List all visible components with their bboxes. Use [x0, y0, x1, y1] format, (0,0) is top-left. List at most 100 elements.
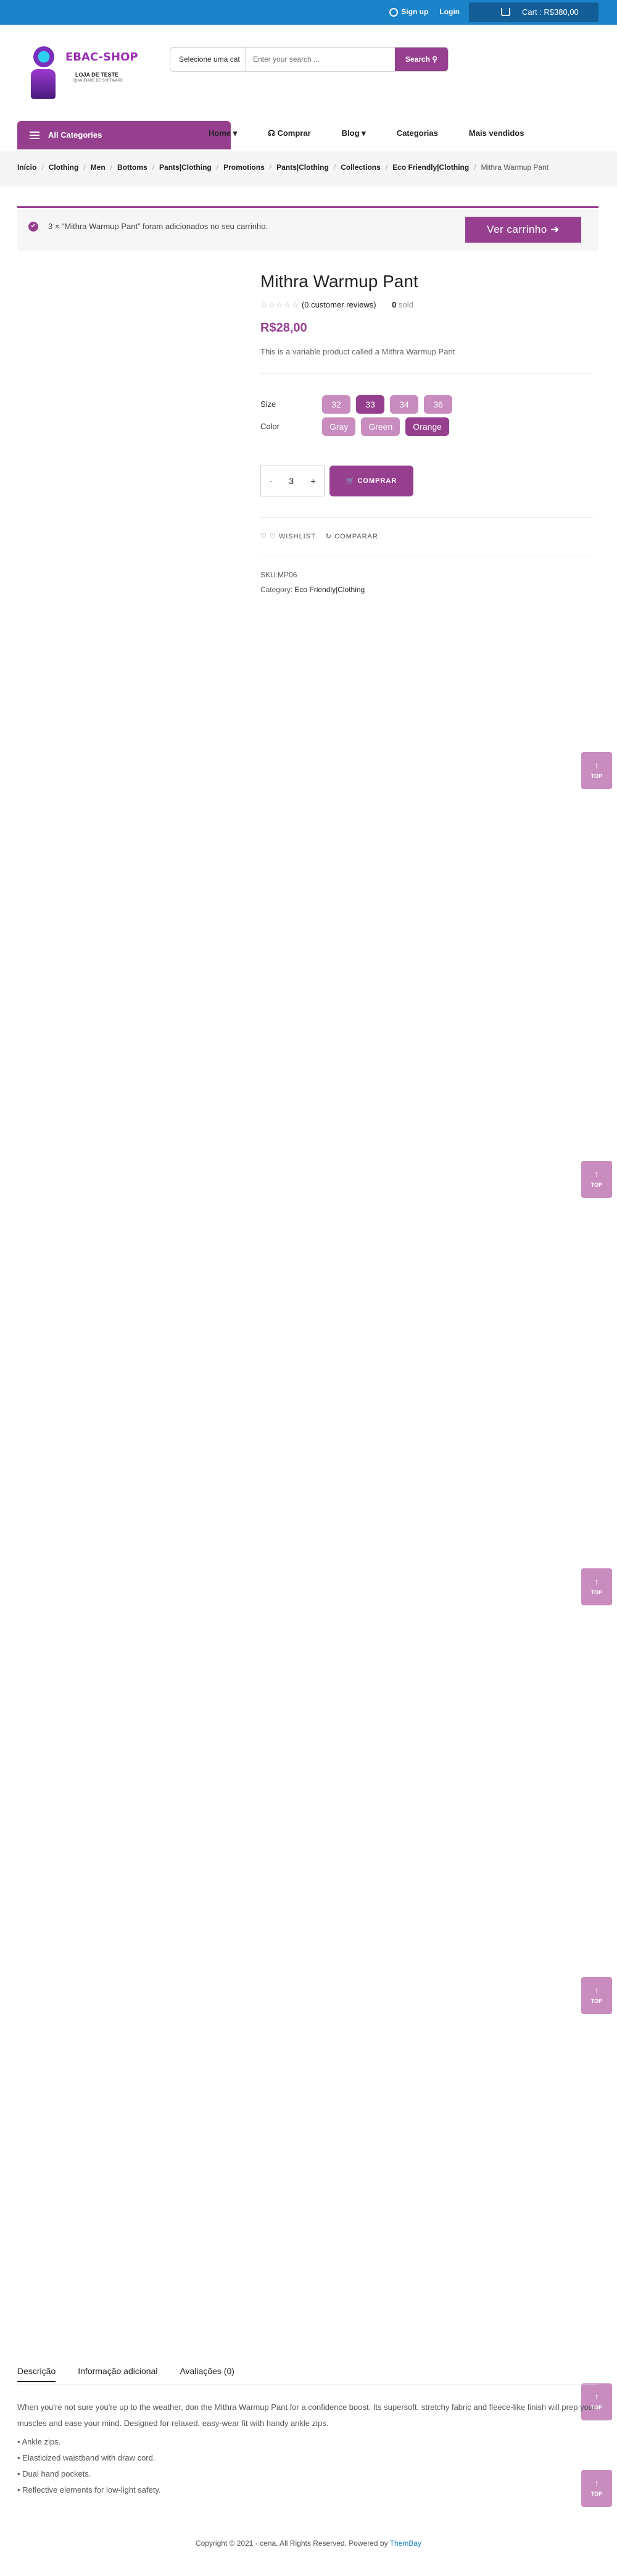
- arrow-up-icon: ↑: [594, 2478, 599, 2488]
- star-rating-icon: ☆☆☆☆☆: [260, 300, 300, 309]
- nav-home[interactable]: Home ▾: [209, 128, 237, 138]
- nav-blog-label: Blog: [341, 128, 360, 138]
- scroll-top-button[interactable]: ↑ TOP: [581, 1161, 612, 1198]
- footer-link[interactable]: ThemBay: [390, 2539, 421, 2548]
- heart-icon: ♡ ♡: [260, 533, 276, 540]
- size-option-33[interactable]: 33: [356, 395, 384, 414]
- color-option-orange[interactable]: Orange: [405, 417, 449, 436]
- scroll-top-button[interactable]: ↑ TOP: [581, 1977, 612, 2014]
- breadcrumb-bar: Início / Clothing / Men / Bottoms / Pants|Cl…: [0, 151, 617, 186]
- breadcrumb-separator: /: [83, 163, 86, 172]
- size-swatches: 32 33 34 36: [322, 395, 452, 414]
- main-nav: Home ▾ ☊ Comprar Blog ▾ Categorias Mais …: [209, 128, 555, 138]
- color-option-gray[interactable]: Gray: [322, 417, 356, 436]
- nav-home-label: Home: [209, 128, 231, 138]
- color-option-green[interactable]: Green: [361, 417, 400, 436]
- search-input[interactable]: [253, 48, 389, 71]
- cart-notice: ✔ 3 × “Mithra Warmup Pant” foram adicion…: [17, 206, 598, 251]
- site-logo[interactable]: EBAC-SHOP LOJA DE TESTE QUALIDADE DE SOF…: [27, 43, 144, 105]
- breadcrumb-separator: /: [110, 163, 113, 172]
- nav-blog[interactable]: Blog ▾: [342, 128, 366, 138]
- breadcrumb-item[interactable]: Clothing: [49, 163, 79, 172]
- breadcrumb-item[interactable]: Promotions: [223, 163, 265, 172]
- nav-comprar[interactable]: ☊ Comprar: [268, 128, 310, 138]
- product-tabs: Descrição Informação adicional Avaliaçõe…: [17, 2366, 234, 2382]
- notice-message: 3 × “Mithra Warmup Pant” foram adicionad…: [48, 222, 268, 231]
- search-button-label: Search: [405, 55, 430, 64]
- sold-label: sold: [399, 300, 413, 309]
- tab-descricao[interactable]: Descrição: [17, 2366, 56, 2382]
- category-label: Category:: [260, 585, 293, 594]
- reviews-link[interactable]: (0 customer reviews): [302, 300, 376, 309]
- breadcrumb-item[interactable]: Pants|Clothing: [159, 163, 212, 172]
- compare-button[interactable]: ↻ COMPARAR: [326, 532, 378, 540]
- divider: [260, 517, 594, 518]
- quantity-decrease-button[interactable]: -: [270, 476, 273, 486]
- refresh-icon: ↻: [325, 533, 333, 540]
- breadcrumb-item[interactable]: Bottoms: [117, 163, 147, 172]
- breadcrumb-separator: /: [152, 163, 155, 172]
- search-bar: Selecione uma cat Search ⚲: [170, 47, 449, 72]
- sold-number: 0: [392, 300, 397, 309]
- breadcrumb-separator: /: [474, 163, 476, 172]
- product-description: When you're not sure you're up to the we…: [17, 2402, 596, 2428]
- wishlist-button[interactable]: ♡ ♡ WISHLIST: [260, 532, 316, 540]
- scroll-top-label: TOP: [590, 2491, 603, 2497]
- product-features: • Ankle zips. • Elasticized waistband wi…: [17, 2434, 161, 2498]
- caret-down-icon: ▾: [233, 128, 238, 138]
- tab-informacao-adicional[interactable]: Informação adicional: [78, 2366, 157, 2382]
- feature-item: • Elasticized waistband with draw cord.: [17, 2453, 155, 2462]
- breadcrumb-separator: /: [41, 163, 44, 172]
- quantity-increase-button[interactable]: +: [310, 476, 315, 486]
- breadcrumb-separator: /: [269, 163, 272, 172]
- signup-link[interactable]: Sign up: [389, 7, 428, 17]
- size-option-36[interactable]: 36: [424, 395, 452, 414]
- view-cart-button[interactable]: Ver carrinho ➜: [465, 217, 581, 243]
- search-category-select[interactable]: Selecione uma cat: [170, 48, 246, 71]
- size-option-34[interactable]: 34: [390, 395, 418, 414]
- breadcrumb-item[interactable]: Pants|Clothing: [276, 163, 329, 172]
- search-button[interactable]: Search ⚲: [395, 48, 448, 71]
- logo-subtagline: QUALIDADE DE SOFTWARE: [73, 79, 123, 83]
- breadcrumb-item[interactable]: Eco Friendly|Clothing: [392, 163, 469, 172]
- product-short-description: This is a variable product called a Mith…: [260, 347, 455, 356]
- color-swatches: Gray Green Orange: [322, 417, 449, 436]
- size-option-32[interactable]: 32: [322, 395, 350, 414]
- nav-comprar-label: Comprar: [277, 128, 311, 138]
- arrow-up-icon: ↑: [594, 1169, 599, 1179]
- search-icon: ⚲: [432, 55, 438, 64]
- compare-label: COMPARAR: [334, 533, 378, 540]
- nav-mais-vendidos[interactable]: Mais vendidos: [469, 128, 524, 138]
- breadcrumb-item[interactable]: Início: [17, 163, 36, 172]
- scroll-top-button[interactable]: ↑ TOP: [581, 752, 612, 789]
- arrow-up-icon: ↑: [594, 760, 599, 770]
- quantity-value[interactable]: 3: [289, 476, 294, 486]
- breadcrumb-item[interactable]: Collections: [341, 163, 381, 172]
- breadcrumb-current: Mithra Warmup Pant: [481, 163, 549, 172]
- top-bar: Sign up Login ♡0 ↻0 Cart : R$380,00: [0, 0, 617, 25]
- nav-categorias[interactable]: Categorias: [397, 128, 438, 138]
- feature-item: • Dual hand pockets.: [17, 2469, 91, 2478]
- signup-label: Sign up: [401, 7, 429, 16]
- sku-label: SKU:: [260, 571, 278, 579]
- menu-icon: [30, 132, 39, 139]
- check-circle-icon: ✔: [28, 222, 38, 232]
- logo-brand: EBAC-SHOP: [65, 51, 138, 64]
- category-link[interactable]: Eco Friendly|Clothing: [294, 585, 365, 594]
- product-actions: ♡ ♡ WISHLIST ↻ COMPARAR: [260, 532, 378, 540]
- account-links: Sign up Login: [389, 7, 460, 17]
- copyright-text: Copyright © 2021 - cena. All Rights Rese…: [195, 2539, 388, 2548]
- product-rating: ☆☆☆☆☆ (0 customer reviews) 0 sold: [260, 300, 413, 310]
- scroll-top-button[interactable]: ↑ TOP: [581, 2470, 612, 2507]
- breadcrumb-item[interactable]: Men: [91, 163, 106, 172]
- feature-item: • Ankle zips.: [17, 2437, 61, 2446]
- scroll-top-button[interactable]: ↑ TOP: [581, 1568, 612, 1605]
- breadcrumb-separator: /: [333, 163, 336, 172]
- add-to-cart-button[interactable]: 🛒 COMPRAR: [329, 466, 413, 496]
- wishlist-label: WISHLIST: [278, 533, 316, 540]
- tab-avaliacoes[interactable]: Avaliações (0): [180, 2366, 234, 2382]
- cart-button[interactable]: Cart : R$380,00: [469, 2, 598, 22]
- login-link[interactable]: Login: [439, 7, 460, 16]
- all-categories-button[interactable]: All Categories: [17, 121, 231, 149]
- product-category: Category: Eco Friendly|Clothing: [260, 585, 365, 594]
